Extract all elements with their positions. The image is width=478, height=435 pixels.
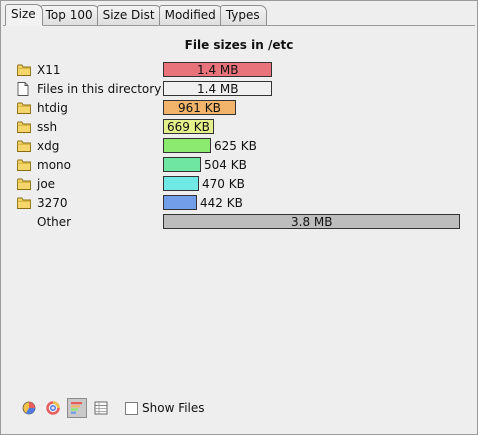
- chart-row[interactable]: joe 470 KB: [1, 175, 477, 194]
- tab-top-100[interactable]: Top 100: [39, 5, 100, 25]
- chart-row[interactable]: X11 1.4 MB: [1, 61, 477, 80]
- bar-value-label: 1.4 MB: [197, 63, 239, 77]
- bar-chart-icon: [71, 402, 82, 414]
- pie-chart-icon: [22, 401, 36, 415]
- chart-row[interactable]: ssh 669 KB: [1, 118, 477, 137]
- chart-row[interactable]: xdg 625 KB: [1, 137, 477, 156]
- row-name: Files in this directory: [37, 82, 162, 96]
- chart-row[interactable]: htdig 961 KB: [1, 99, 477, 118]
- row-name: Other: [37, 215, 72, 229]
- folder-icon: [17, 64, 31, 76]
- row-name: joe: [37, 177, 56, 191]
- bar-value-label: 3.8 MB: [291, 215, 333, 229]
- row-name: 3270: [37, 196, 68, 210]
- tab-divider: [3, 25, 475, 26]
- file-icon: [17, 82, 31, 96]
- bar-value-label: 961 KB: [178, 101, 221, 115]
- chart-row[interactable]: 3270 442 KB: [1, 194, 477, 213]
- bar-value-label: 669 KB: [167, 120, 210, 134]
- ring-chart-button[interactable]: [43, 398, 63, 418]
- bar-value-label: 442 KB: [200, 196, 243, 210]
- size-bar: [163, 157, 201, 172]
- chart-row[interactable]: Other 3.8 MB: [1, 213, 477, 232]
- show-files-toggle[interactable]: Show Files: [125, 401, 205, 415]
- row-name: htdig: [37, 101, 68, 115]
- size-bar: [163, 195, 197, 210]
- size-bar: [163, 176, 199, 191]
- tab-modified[interactable]: Modified: [158, 5, 223, 25]
- folder-icon: [17, 102, 31, 114]
- row-name: mono: [37, 158, 71, 172]
- folder-icon: [17, 197, 31, 209]
- tab-size[interactable]: Size: [5, 4, 43, 26]
- tab-types[interactable]: Types: [219, 5, 267, 25]
- size-bar: [163, 138, 211, 153]
- bar-value-label: 504 KB: [204, 158, 247, 172]
- chart-row[interactable]: Files in this directory 1.4 MB: [1, 80, 477, 99]
- bar-chart-button[interactable]: [67, 398, 87, 418]
- bar-value-label: 1.4 MB: [197, 82, 239, 96]
- ring-chart-icon: [46, 401, 60, 415]
- row-name: X11: [37, 63, 61, 77]
- show-files-checkbox[interactable]: [125, 401, 138, 415]
- pie-chart-button[interactable]: [19, 398, 39, 418]
- table-view-icon: [94, 401, 108, 415]
- app-window: Size Top 100 Size Dist Modified Types Fi…: [0, 0, 478, 435]
- row-name: xdg: [37, 139, 60, 153]
- folder-icon: [17, 140, 31, 152]
- bar-value-label: 470 KB: [202, 177, 245, 191]
- table-view-button[interactable]: [91, 398, 111, 418]
- folder-icon: [17, 121, 31, 133]
- show-files-label: Show Files: [142, 401, 205, 415]
- row-name: ssh: [37, 120, 58, 134]
- chart-row[interactable]: mono 504 KB: [1, 156, 477, 175]
- folder-icon: [17, 159, 31, 171]
- tab-size-dist[interactable]: Size Dist: [96, 5, 162, 25]
- folder-icon: [17, 178, 31, 190]
- view-toolbar: Show Files: [19, 398, 205, 418]
- tab-bar: Size Top 100 Size Dist Modified Types: [5, 4, 267, 26]
- bar-value-label: 625 KB: [214, 139, 257, 153]
- chart-title: File sizes in /etc: [184, 38, 294, 52]
